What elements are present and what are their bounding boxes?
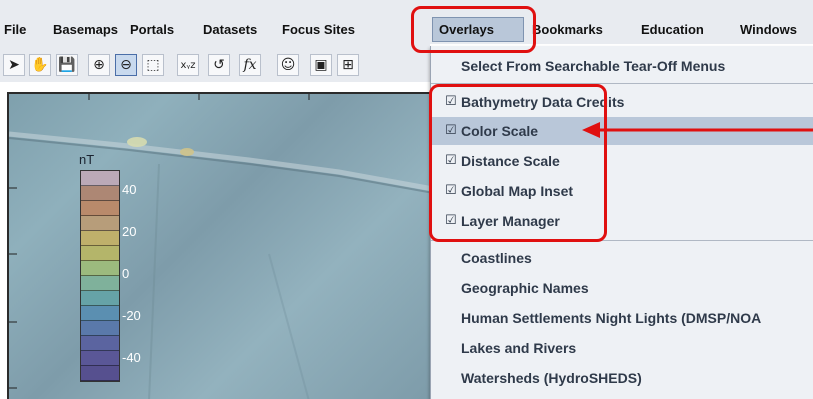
legend-swatch (81, 246, 119, 261)
legend-swatch (81, 276, 119, 291)
fracture-line (268, 253, 310, 399)
legend-unit: nT (79, 152, 95, 167)
grid-icon[interactable]: ⊞ (337, 54, 359, 76)
legend-tick-label: -20 (122, 308, 141, 323)
panel-icon[interactable]: ▣ (310, 54, 332, 76)
menu-windows[interactable]: Windows (740, 22, 797, 37)
zoom-out-icon[interactable]: ⊖ (115, 54, 137, 76)
legend-swatch (81, 321, 119, 336)
legend-swatch (81, 216, 119, 231)
annotation-checked-items-box (429, 84, 607, 242)
save-disk-icon[interactable]: 💾 (56, 54, 78, 76)
lasso-icon[interactable]: ↺ (208, 54, 230, 76)
legend-swatch (81, 351, 119, 366)
legend-tick-label: 0 (122, 266, 130, 281)
pointer-arrow-icon[interactable]: ➤ (3, 54, 25, 76)
menu-item-tearoff[interactable]: Select From Searchable Tear-Off Menus (431, 52, 813, 80)
menu-item-human-settlements[interactable]: Human Settlements Night Lights (DMSP/NOA (431, 304, 813, 332)
annotation-arrow-icon (582, 122, 813, 138)
menu-bar: File Basemaps Portals Datasets Focus Sit… (0, 0, 813, 44)
color-scale-legend: nT 40 20 0 -20 -40 (77, 152, 187, 392)
legend-tick-label: 40 (122, 182, 137, 197)
legend-swatch (81, 201, 119, 216)
menu-focus-sites[interactable]: Focus Sites (282, 22, 355, 37)
menu-item-watersheds[interactable]: Watersheds (HydroSHEDS) (431, 364, 813, 392)
legend-swatch (81, 306, 119, 321)
legend-swatch (81, 261, 119, 276)
toolbar: ➤ ✋ 💾 ⊕ ⊖ ⬚ xᵧz ↺ fx ☺ ▣ ⊞ (0, 44, 430, 82)
menu-item-label: Coastlines (461, 250, 532, 266)
legend-swatch (81, 366, 119, 381)
legend-swatch (81, 291, 119, 306)
legend-bar (80, 170, 120, 382)
ridge-shadow (9, 137, 435, 195)
menu-item-label: Lakes and Rivers (461, 340, 577, 356)
menu-item-label: Human Settlements Night Lights (DMSP/NOA (461, 310, 762, 326)
hand-pan-icon[interactable]: ✋ (29, 54, 51, 76)
menu-item-lakes-and-rivers[interactable]: Lakes and Rivers (431, 334, 813, 362)
menu-file[interactable]: File (4, 22, 26, 37)
menu-portals[interactable]: Portals (130, 22, 174, 37)
seamount (127, 137, 147, 147)
menu-bookmarks[interactable]: Bookmarks (532, 22, 603, 37)
menu-item-coastlines[interactable]: Coastlines (431, 244, 813, 272)
zoom-in-icon[interactable]: ⊕ (88, 54, 110, 76)
legend-swatch (81, 186, 119, 201)
select-area-icon[interactable]: ⬚ (142, 54, 164, 76)
map-view[interactable]: nT 40 20 0 -20 -40 (7, 92, 435, 399)
annotation-overlays-box (411, 6, 536, 53)
menu-datasets[interactable]: Datasets (203, 22, 257, 37)
legend-tick-label: -40 (122, 350, 141, 365)
legend-tick-label: 20 (122, 224, 137, 239)
face-icon[interactable]: ☺ (277, 54, 299, 76)
function-fx-icon[interactable]: fx (239, 54, 261, 76)
xyz-icon[interactable]: xᵧz (177, 54, 199, 76)
legend-swatch (81, 336, 119, 351)
menu-item-label: Geographic Names (461, 280, 589, 296)
menu-education[interactable]: Education (641, 22, 704, 37)
legend-swatch (81, 171, 119, 186)
map-relief (9, 94, 435, 399)
menu-basemaps[interactable]: Basemaps (53, 22, 118, 37)
legend-swatch (81, 231, 119, 246)
menu-item-label: Select From Searchable Tear-Off Menus (461, 58, 726, 74)
menu-item-label: Watersheds (HydroSHEDS) (461, 370, 642, 386)
menu-item-geographic-names[interactable]: Geographic Names (431, 274, 813, 302)
